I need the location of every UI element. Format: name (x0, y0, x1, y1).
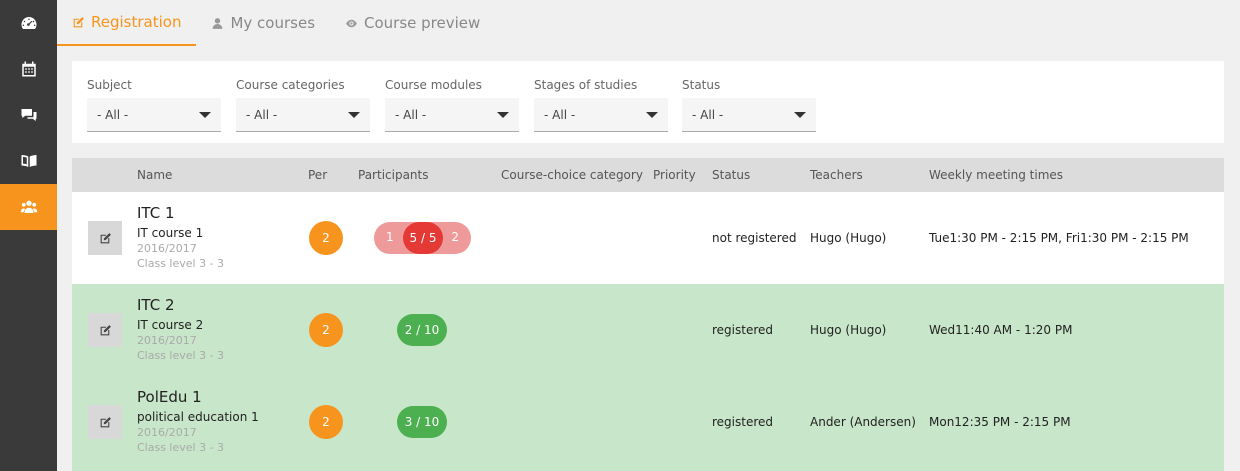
table-row[interactable]: PolEdu 1 political education 1 2016/2017… (72, 376, 1224, 471)
edit-icon (100, 232, 111, 243)
course-year: 2016/2017 (137, 242, 197, 255)
filter-label: Subject (87, 78, 132, 92)
edit-button[interactable] (88, 313, 122, 347)
filter-label: Course categories (236, 78, 345, 92)
course-title[interactable]: ITC 1 (137, 204, 224, 222)
sidebar-item-registration[interactable] (0, 184, 57, 230)
tab-label: Course preview (364, 14, 481, 32)
user-icon (213, 17, 223, 29)
book-icon (21, 155, 36, 167)
course-title[interactable]: ITC 2 (137, 296, 224, 314)
sidebar (0, 0, 57, 471)
caret-down-icon (199, 111, 211, 118)
course-title[interactable]: PolEdu 1 (137, 388, 259, 406)
chat-icon (21, 109, 36, 121)
participants-badge: 1 5 / 5 2 (374, 222, 471, 254)
course-level: Class level 3 - 3 (137, 441, 225, 454)
tab-bar: Registration My courses Course preview (57, 0, 1240, 46)
times-cell: Wed11:40 AM - 1:20 PM (929, 323, 1073, 337)
caret-down-icon (348, 111, 360, 118)
sidebar-item-dashboard[interactable] (0, 0, 57, 46)
filter-label: Stages of studies (534, 78, 638, 92)
tab-course-preview[interactable]: Course preview (330, 0, 495, 46)
course-subtitle: political education 1 (137, 410, 259, 424)
column-header-participants[interactable]: Participants (358, 168, 429, 182)
caret-down-icon (646, 111, 658, 118)
teachers-cell: Hugo (Hugo) (810, 323, 887, 337)
course-modules-select[interactable]: - All - (385, 98, 519, 132)
edit-button[interactable] (88, 221, 122, 255)
tab-label: Registration (91, 13, 182, 31)
column-header-priority[interactable]: Priority (653, 168, 696, 182)
status-select[interactable]: - All - (682, 98, 816, 132)
filter-course-modules: Course modules - All - (385, 78, 519, 132)
column-header-status[interactable]: Status (712, 168, 750, 182)
eye-icon (346, 19, 357, 27)
course-level: Class level 3 - 3 (137, 257, 225, 270)
select-value: - All - (97, 107, 129, 122)
table-row[interactable]: ITC 2 IT course 2 2016/2017 Class level … (72, 284, 1224, 376)
course-subtitle: IT course 2 (137, 318, 204, 332)
tab-my-courses[interactable]: My courses (196, 0, 330, 46)
column-header-category[interactable]: Course-choice category (501, 168, 643, 182)
course-year: 2016/2017 (137, 334, 197, 347)
filter-panel: Subject - All - Course categories - All … (72, 61, 1224, 143)
status-cell: not registered (712, 231, 797, 245)
column-header-times[interactable]: Weekly meeting times (929, 168, 1063, 182)
sidebar-item-chat[interactable] (0, 92, 57, 138)
sidebar-item-calendar[interactable] (0, 46, 57, 92)
calendar-icon (21, 61, 36, 77)
filter-label: Status (682, 78, 721, 92)
per-badge: 2 (309, 313, 343, 347)
edit-icon (100, 416, 111, 427)
course-level: Class level 3 - 3 (137, 349, 225, 362)
tab-registration[interactable]: Registration (57, 0, 197, 46)
times-cell: Mon12:35 PM - 2:15 PM (929, 415, 1071, 429)
per-badge: 2 (309, 221, 343, 255)
column-header-name[interactable]: Name (137, 168, 172, 182)
select-value: - All - (544, 107, 576, 122)
sidebar-item-courses[interactable] (0, 138, 57, 184)
course-name-cell: ITC 1 IT course 1 2016/2017 Class level … (137, 204, 224, 271)
course-name-cell: PolEdu 1 political education 1 2016/2017… (137, 388, 259, 455)
teachers-cell: Ander (Andersen) (810, 415, 916, 429)
participants-badge: 2 / 10 (397, 314, 447, 346)
select-value: - All - (395, 107, 427, 122)
filter-subject: Subject - All - (87, 78, 221, 132)
table-row[interactable]: ITC 1 IT course 1 2016/2017 Class level … (72, 192, 1224, 284)
filter-course-categories: Course categories - All - (236, 78, 370, 132)
caret-down-icon (794, 111, 806, 118)
times-cell: Tue1:30 PM - 2:15 PM, Fri1:30 PM - 2:15 … (929, 231, 1189, 245)
select-value: - All - (692, 107, 724, 122)
course-name-cell: ITC 2 IT course 2 2016/2017 Class level … (137, 296, 224, 363)
filter-label: Course modules (385, 78, 482, 92)
course-categories-select[interactable]: - All - (236, 98, 370, 132)
table-header: Name Per Participants Course-choice cate… (72, 158, 1224, 192)
edit-icon (100, 324, 111, 335)
per-badge: 2 (309, 405, 343, 439)
edit-button[interactable] (88, 405, 122, 439)
subject-select[interactable]: - All - (87, 98, 221, 132)
course-subtitle: IT course 1 (137, 226, 204, 240)
course-year: 2016/2017 (137, 426, 197, 439)
status-cell: registered (712, 415, 774, 429)
teachers-cell: Hugo (Hugo) (810, 231, 887, 245)
participants-left: 1 (386, 230, 394, 244)
participants-count: 5 / 5 (403, 222, 443, 254)
tab-label: My courses (230, 14, 316, 32)
users-icon (20, 200, 37, 213)
participants-badge: 3 / 10 (397, 406, 447, 438)
participants-right: 2 (451, 230, 459, 244)
status-cell: registered (712, 323, 774, 337)
filter-status: Status - All - (682, 78, 816, 132)
dashboard-icon (21, 17, 36, 29)
caret-down-icon (497, 111, 509, 118)
filter-stages-of-studies: Stages of studies - All - (534, 78, 668, 132)
column-header-per[interactable]: Per (308, 168, 327, 182)
course-table: Name Per Participants Course-choice cate… (72, 158, 1224, 471)
stages-of-studies-select[interactable]: - All - (534, 98, 668, 132)
edit-icon (73, 16, 84, 27)
select-value: - All - (246, 107, 278, 122)
column-header-teachers[interactable]: Teachers (810, 168, 863, 182)
